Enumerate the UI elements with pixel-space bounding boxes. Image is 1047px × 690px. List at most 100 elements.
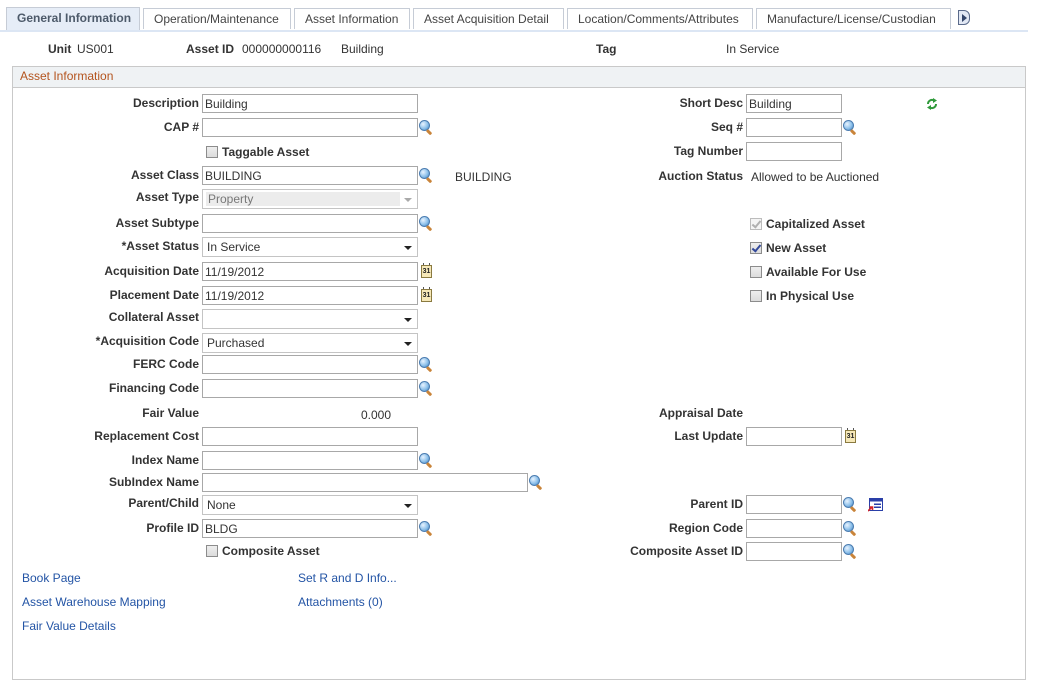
cap-label: CAP # — [163, 120, 199, 134]
acquisition-date-label: Acquisition Date — [104, 264, 199, 278]
tag-number-label: Tag Number — [673, 144, 743, 158]
asset-class-label: Asset Class — [130, 168, 199, 182]
attachments-link[interactable]: Attachments (0) — [298, 595, 383, 609]
tab-location-comments-attributes[interactable]: Location/Comments/Attributes — [567, 8, 753, 29]
fair-value-label: Fair Value — [142, 406, 199, 420]
region-code-label: Region Code — [669, 521, 743, 535]
chevron-down-icon — [404, 198, 412, 202]
tab-general-information[interactable]: General Information — [6, 7, 140, 30]
subindex-name-lookup-icon[interactable] — [529, 475, 544, 490]
parent-id-input[interactable] — [746, 495, 842, 514]
last-update-input[interactable] — [746, 427, 842, 446]
asset-subtype-input[interactable] — [202, 214, 418, 233]
capitalized-asset-label: Capitalized Asset — [766, 217, 865, 231]
asset-subtype-label: Asset Subtype — [115, 216, 199, 230]
asset-id-label: Asset ID — [186, 42, 235, 56]
capitalized-asset-checkbox — [750, 218, 762, 230]
set-r-and-d-info-link[interactable]: Set R and D Info... — [298, 571, 397, 585]
ferc-code-lookup-icon[interactable] — [419, 357, 434, 372]
refresh-icon[interactable] — [925, 97, 939, 111]
composite-asset-id-input[interactable] — [746, 542, 842, 561]
group-header: Asset Information — [13, 67, 1025, 88]
tag-number-input[interactable] — [746, 142, 842, 161]
chevron-down-icon — [404, 342, 412, 346]
subindex-name-label: SubIndex Name — [108, 475, 199, 489]
asset-id-value: 000000000116 — [242, 42, 322, 56]
ferc-code-input[interactable] — [202, 355, 418, 374]
last-update-label: Last Update — [674, 429, 743, 443]
in-physical-use-checkbox[interactable] — [750, 290, 762, 302]
seq-label: Seq # — [710, 120, 743, 134]
region-code-input[interactable] — [746, 519, 842, 538]
financing-code-input[interactable] — [202, 379, 418, 398]
placement-date-calendar-icon[interactable]: 31 — [421, 287, 432, 302]
asset-status-value: In Service — [726, 42, 780, 56]
parent-id-label: Parent ID — [690, 497, 743, 511]
last-update-calendar-icon[interactable]: 31 — [845, 428, 856, 443]
description-input[interactable] — [202, 94, 418, 113]
collateral-asset-select[interactable] — [202, 309, 418, 329]
placement-date-input[interactable] — [202, 286, 418, 305]
profile-id-input[interactable] — [202, 519, 418, 538]
acquisition-code-label: *Acquisition Code — [95, 334, 199, 348]
section-title: Asset Information — [20, 69, 114, 83]
financing-code-label: Financing Code — [109, 381, 199, 395]
index-name-label: Index Name — [131, 453, 199, 467]
asset-type-select: Property — [202, 189, 418, 209]
new-asset-checkbox[interactable] — [750, 242, 762, 254]
cap-lookup-icon[interactable] — [419, 120, 434, 135]
replacement-cost-input[interactable] — [202, 427, 418, 446]
acquisition-date-input[interactable] — [202, 262, 418, 281]
acquisition-date-calendar-icon[interactable]: 31 — [421, 263, 432, 278]
composite-asset-id-lookup-icon[interactable] — [843, 544, 858, 559]
unit-label: Unit — [48, 42, 72, 56]
description-label: Description — [132, 96, 199, 110]
asset-class-lookup-icon[interactable] — [419, 168, 434, 183]
composite-asset-id-label: Composite Asset ID — [630, 544, 743, 558]
cap-input[interactable] — [202, 118, 418, 137]
asset-status-label: *Asset Status — [121, 239, 199, 253]
available-for-use-checkbox[interactable] — [750, 266, 762, 278]
tab-asset-information[interactable]: Asset Information — [294, 8, 410, 29]
chevron-down-icon — [404, 504, 412, 508]
chevron-down-icon — [404, 318, 412, 322]
asset-information-group: Asset Information — [12, 66, 1026, 680]
asset-type-label: Asset Type — [135, 190, 199, 204]
collateral-asset-label: Collateral Asset — [108, 310, 199, 324]
taggable-asset-checkbox[interactable] — [206, 146, 218, 158]
fair-value-value: 0.000 — [361, 408, 392, 422]
profile-id-lookup-icon[interactable] — [419, 521, 434, 536]
parent-id-lookup-icon[interactable] — [843, 497, 858, 512]
short-desc-input[interactable] — [746, 94, 842, 113]
seq-lookup-icon[interactable] — [843, 120, 858, 135]
asset-class-input[interactable] — [202, 166, 418, 185]
parent-child-label: Parent/Child — [128, 496, 199, 510]
ferc-code-label: FERC Code — [133, 357, 199, 371]
tab-manufacture-license-custodian[interactable]: Manufacture/License/Custodian — [756, 8, 951, 29]
index-name-lookup-icon[interactable] — [419, 453, 434, 468]
in-physical-use-label: In Physical Use — [766, 289, 855, 303]
tab-operation-maintenance[interactable]: Operation/Maintenance — [143, 8, 291, 29]
acquisition-code-select[interactable]: Purchased — [202, 333, 418, 353]
fair-value-details-link[interactable]: Fair Value Details — [22, 619, 116, 633]
region-code-lookup-icon[interactable] — [843, 521, 858, 536]
replacement-cost-label: Replacement Cost — [94, 429, 199, 443]
placement-date-label: Placement Date — [109, 288, 199, 302]
asset-class-description: BUILDING — [455, 170, 512, 184]
tab-asset-acquisition-detail[interactable]: Asset Acquisition Detail — [413, 8, 564, 29]
seq-input[interactable] — [746, 118, 842, 137]
unit-value: US001 — [77, 42, 114, 56]
next-tab-arrow-icon[interactable] — [958, 10, 970, 25]
asset-warehouse-mapping-link[interactable]: Asset Warehouse Mapping — [22, 595, 166, 609]
index-name-input[interactable] — [202, 451, 418, 470]
asset-status-select[interactable]: In Service — [202, 237, 418, 257]
composite-asset-checkbox[interactable] — [206, 545, 218, 557]
parent-child-select[interactable]: None — [202, 495, 418, 515]
related-content-icon[interactable] — [868, 498, 883, 512]
short-desc-label: Short Desc — [679, 96, 743, 110]
subindex-name-input[interactable] — [202, 473, 528, 492]
financing-code-lookup-icon[interactable] — [419, 381, 434, 396]
auction-status-label: Auction Status — [658, 169, 743, 183]
book-page-link[interactable]: Book Page — [22, 571, 81, 585]
asset-subtype-lookup-icon[interactable] — [419, 216, 434, 231]
